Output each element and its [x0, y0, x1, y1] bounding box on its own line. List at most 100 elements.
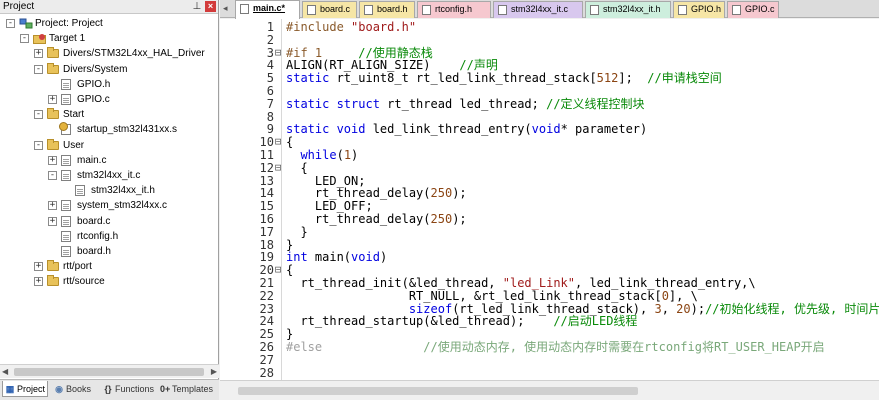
tree-item-label: system_stm32l4xx.c	[77, 200, 168, 212]
project-tree: - Project: Project - Target 1 + Divers/STM32L…	[0, 14, 219, 364]
tab-rtconfig-h[interactable]: rtconfig.h	[417, 1, 491, 18]
tab-list-arrow-icon[interactable]: ◂	[223, 3, 228, 14]
tree-item[interactable]: - Divers/System	[0, 62, 219, 77]
collapse-toggle-icon[interactable]: -	[48, 171, 57, 180]
folder-icon	[47, 138, 59, 150]
expand-toggle-icon[interactable]: +	[48, 155, 57, 165]
fold-marker-icon[interactable]: ⊟	[274, 161, 282, 175]
bottom-tab-project[interactable]: ▦ Project	[2, 381, 48, 397]
scrollbar-thumb[interactable]	[14, 368, 204, 376]
collapse-toggle-icon[interactable]: -	[34, 110, 43, 120]
code-line[interactable]: rt_thread_startup(&led_thread); //启动LED线…	[286, 315, 637, 328]
file-tab-icon	[240, 4, 249, 14]
tree-item[interactable]: stm32l4xx_it.h	[0, 183, 219, 198]
tab-stm32l4xx-it-h[interactable]: stm32l4xx_it.h	[585, 1, 671, 18]
file-icon	[61, 200, 71, 212]
tab-board-h[interactable]: board.h	[359, 1, 415, 18]
line-number: 8	[266, 109, 274, 124]
code-editor[interactable]: 1 2 3 ⊟ 4 5 6 7 8 9 10 ⊟ 11 12 ⊟ 13 14 15 16 17 18 19 20 ⊟ 21 22 2…	[220, 19, 879, 380]
tab-main-c-[interactable]: main.c*	[235, 0, 300, 19]
tree-item[interactable]: - stm32l4xx_it.c	[0, 168, 219, 183]
code-token: static struct	[286, 96, 380, 111]
tree-item[interactable]: - Project: Project	[0, 16, 219, 31]
fold-marker-icon[interactable]: ⊟	[274, 263, 282, 277]
tree-item-label: stm32l4xx_it.c	[77, 170, 141, 181]
fold-marker-icon[interactable]: ⊟	[274, 46, 282, 60]
tree-item-label: main.c	[77, 154, 107, 166]
file-tab-icon	[307, 5, 316, 15]
expand-toggle-icon[interactable]: +	[34, 49, 43, 59]
code-token: 512	[596, 71, 619, 86]
code-token: //申请栈空间	[647, 71, 722, 86]
code-token: 250	[430, 212, 453, 226]
expand-toggle-icon[interactable]: +	[34, 262, 43, 272]
code-token: static	[286, 71, 330, 86]
expand-toggle-icon[interactable]: +	[34, 277, 43, 287]
code-line[interactable]: static rt_uint8_t rt_led_link_thread_sta…	[286, 72, 722, 85]
asm-file-icon	[59, 122, 71, 136]
code-token: void	[531, 122, 561, 137]
tree-item[interactable]: rtconfig.h	[0, 229, 219, 244]
expand-toggle-icon[interactable]: +	[48, 216, 57, 226]
collapse-toggle-icon[interactable]: -	[6, 19, 15, 28]
file-tab-icon	[732, 5, 741, 15]
tree-item-label: rtt/source	[63, 276, 105, 288]
code-token: #include	[286, 20, 352, 34]
line-number: 22	[259, 288, 274, 303]
project-horizontal-scrollbar[interactable]: ◀ ▶	[0, 364, 219, 378]
tab-gpio-c[interactable]: GPIO.c	[727, 1, 779, 18]
tree-item[interactable]: + GPIO.c	[0, 92, 219, 107]
code-line[interactable]: rt_thread_delay(250);	[286, 213, 467, 226]
bottom-tab-label: Project	[17, 384, 46, 394]
tree-item[interactable]: - Start	[0, 107, 219, 122]
expand-toggle-icon[interactable]: +	[48, 201, 57, 211]
scrollbar-thumb[interactable]	[238, 387, 638, 395]
code-line[interactable]: int main(void)	[286, 251, 387, 264]
tab-stm32l4xx-it-c[interactable]: stm32l4xx_it.c	[493, 1, 583, 18]
line-number: 12	[259, 160, 274, 175]
code-line[interactable]: static void led_link_thread_entry(void* …	[286, 123, 647, 136]
line-number: 17	[259, 224, 274, 239]
tree-item[interactable]: startup_stm32l431xx.s	[0, 122, 219, 137]
bottom-tab-templates[interactable]: 0+ Templates	[158, 381, 216, 397]
tree-item[interactable]: + main.c	[0, 153, 219, 168]
tree-item[interactable]: - Target 1	[0, 31, 219, 46]
code-area[interactable]: #include "board.h" #if 1 //使用静态栈 ALIGN(RT_…	[282, 19, 879, 380]
tree-item[interactable]: GPIO.h	[0, 77, 219, 92]
tree-item[interactable]: + system_stm32l4xx.c	[0, 198, 219, 213]
bottom-tab-functions[interactable]: {} Functions	[101, 381, 155, 397]
code-token: )	[379, 250, 388, 265]
collapse-toggle-icon[interactable]: -	[20, 34, 29, 44]
project-pane: Project ⊥ × - Project: Project - Target 1 + D…	[0, 0, 219, 400]
bottom-tab-label: Templates	[172, 384, 214, 394]
collapse-toggle-icon[interactable]: -	[34, 140, 43, 150]
tree-item[interactable]: - User	[0, 138, 219, 153]
fold-marker-icon[interactable]: ⊟	[274, 135, 282, 149]
tab-label: board.c	[320, 4, 351, 14]
tab-gpio-h[interactable]: GPIO.h	[673, 1, 725, 18]
scroll-right-arrow-icon[interactable]: ▶	[211, 367, 217, 376]
bottom-tab-books[interactable]: ◉ Books	[52, 381, 98, 397]
tree-item[interactable]: + rtt/port	[0, 259, 219, 274]
tree-item-label: rtconfig.h	[77, 230, 119, 242]
tree-item[interactable]: board.h	[0, 244, 219, 259]
scroll-left-arrow-icon[interactable]: ◀	[2, 367, 8, 376]
editor-horizontal-scrollbar[interactable]	[220, 380, 879, 400]
file-icon	[61, 94, 71, 105]
code-line[interactable]: #include "board.h"	[286, 21, 416, 34]
file-icon	[61, 246, 71, 257]
code-token: //初始化线程, 优先级, 时间片	[705, 301, 879, 316]
tab-board-c[interactable]: board.c	[302, 1, 357, 18]
expand-toggle-icon[interactable]: +	[48, 95, 57, 104]
tree-item[interactable]: + rtt/source	[0, 274, 219, 289]
code-line[interactable]: static struct rt_thread led_thread; //定义…	[286, 96, 645, 111]
file-icon	[61, 154, 71, 166]
code-token: ,	[661, 301, 677, 316]
pin-icon[interactable]: ⊥	[191, 0, 203, 13]
tree-item[interactable]: + Divers/STM32L4xx_HAL_Driver	[0, 46, 219, 61]
code-line[interactable]: #else //使用动态内存, 使用动态内存时需要在rtconfig将RT_US…	[286, 341, 825, 354]
collapse-toggle-icon[interactable]: -	[34, 64, 43, 74]
close-icon[interactable]: ×	[205, 1, 216, 12]
line-number-gutter: 1 2 3 ⊟ 4 5 6 7 8 9 10 ⊟ 11 12 ⊟ 13 14 15 16 17 18 19 20 ⊟ 21 22 2…	[220, 19, 282, 380]
tree-item[interactable]: + board.c	[0, 214, 219, 229]
